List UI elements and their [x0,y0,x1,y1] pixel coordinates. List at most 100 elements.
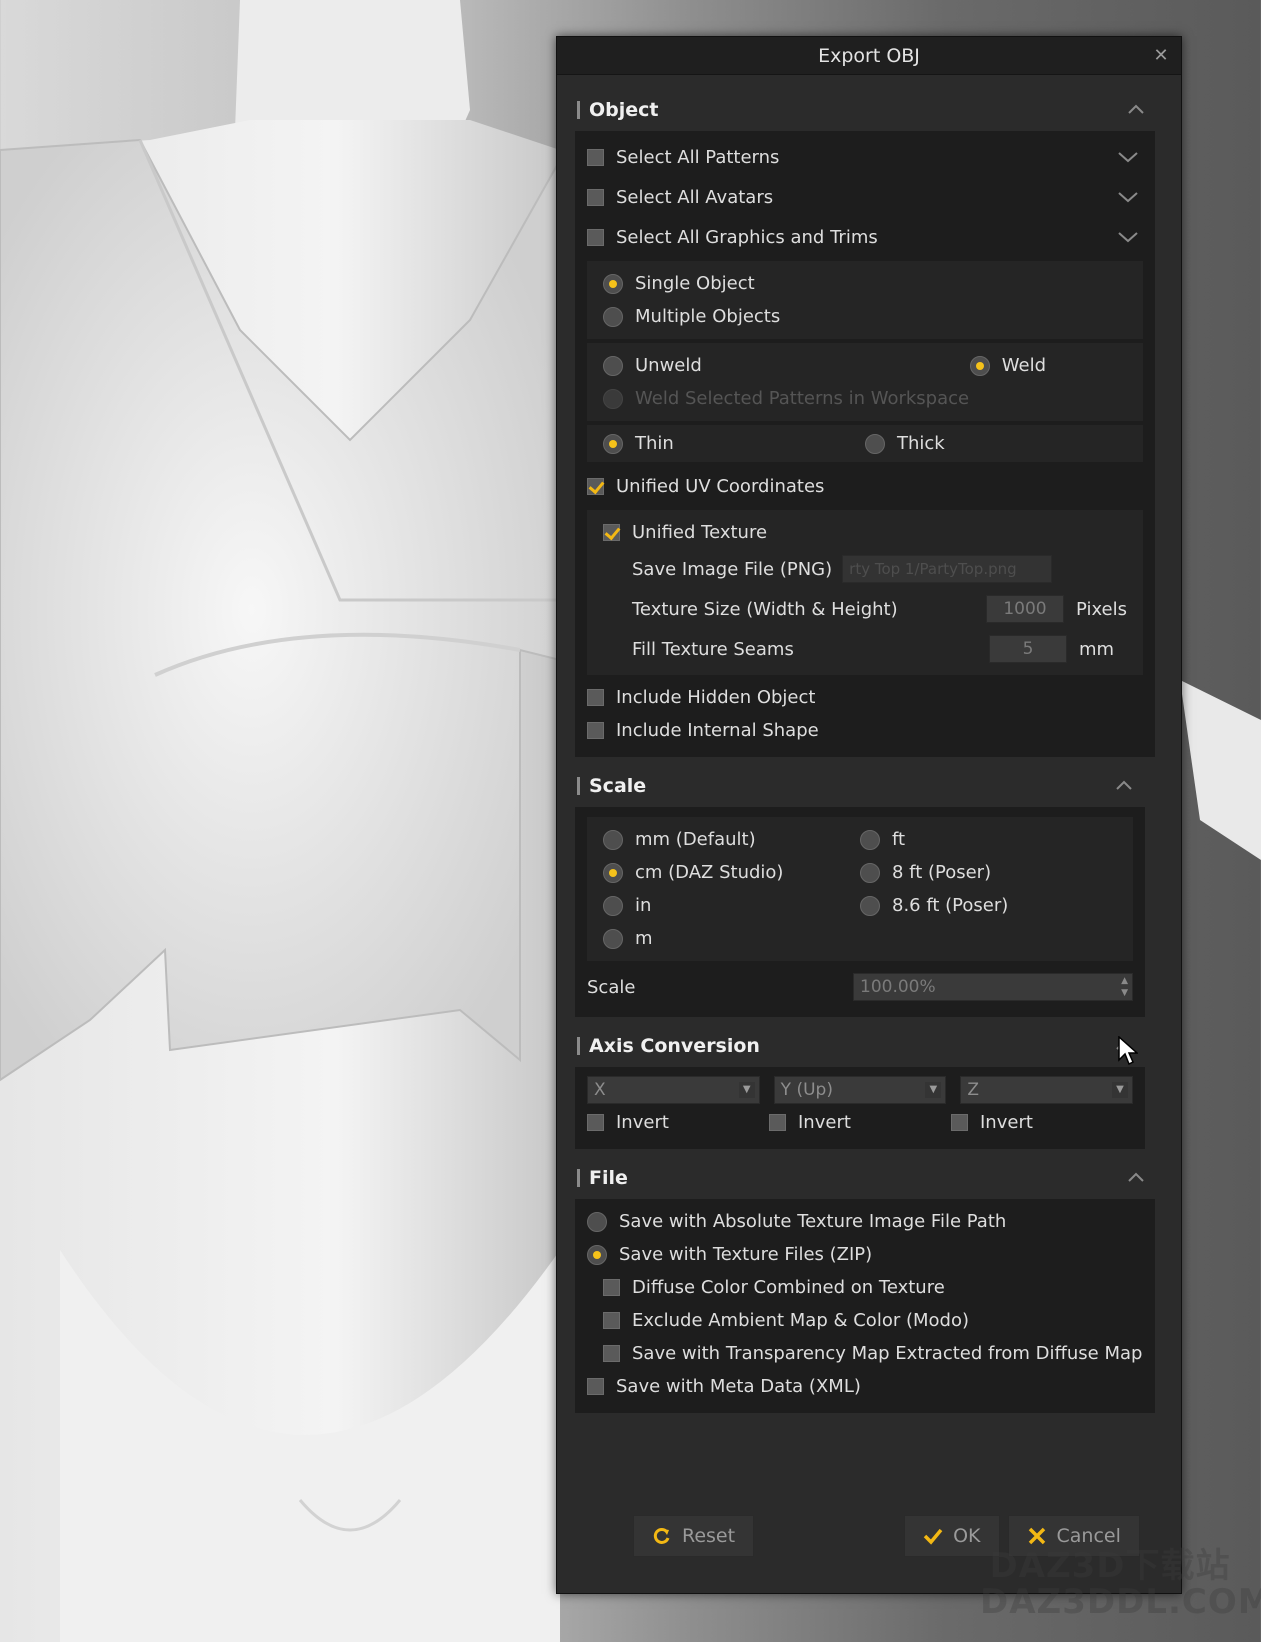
invert-z-checkbox[interactable] [951,1114,968,1131]
weld-option[interactable]: Weld [969,355,1127,376]
unified-uv-row[interactable]: Unified UV Coordinates [587,466,1143,506]
weld-radio[interactable] [969,355,990,376]
select-all-patterns-checkbox[interactable] [587,148,604,166]
close-icon[interactable]: ✕ [1151,46,1171,66]
unweld-option[interactable]: Unweld [603,355,970,376]
scale-mm-radio[interactable] [603,829,623,850]
transparency-row[interactable]: Save with Transparency Map Extracted fro… [587,1337,1143,1370]
scale-option-mm[interactable]: mm (Default) [603,823,860,856]
scale-section-header[interactable]: Scale [575,765,1155,807]
include-internal-label: Include Internal Shape [616,720,819,741]
scale-units-columns: mm (Default) cm (DAZ Studio) in m ft 8 f… [603,823,1117,955]
invert-z-option[interactable]: Invert [951,1112,1133,1133]
invert-x-checkbox[interactable] [587,1114,604,1131]
fill-seams-input[interactable]: 5 [989,635,1067,663]
select-all-avatars-row[interactable]: Select All Avatars [587,177,1143,217]
watermark-line1: DAZ3D下载站 [989,1546,1231,1586]
scale-ft-radio[interactable] [860,829,880,850]
axis-y-select[interactable]: Y (Up) ▼ [773,1075,947,1104]
absolute-path-option[interactable]: Save with Absolute Texture Image File Pa… [587,1205,1143,1238]
dropdown-caret-icon: ▼ [738,1081,755,1098]
invert-x-option[interactable]: Invert [587,1112,769,1133]
scale-value-input[interactable]: 100.00% ▲ ▼ [853,973,1133,1001]
scale-option-m[interactable]: m [603,922,860,955]
zip-label: Save with Texture Files (ZIP) [619,1244,873,1265]
chevron-up-icon[interactable] [1127,101,1145,119]
axis-section: X ▼ Y (Up) ▼ Z ▼ Invert Invert Invert [575,1067,1145,1149]
weld-label: Weld [1001,355,1047,376]
zip-radio[interactable] [587,1244,607,1265]
scale-section: mm (Default) cm (DAZ Studio) in m ft 8 f… [575,807,1145,1017]
thin-radio[interactable] [603,433,623,454]
diffuse-checkbox[interactable] [603,1279,620,1296]
single-object-option[interactable]: Single Object [603,267,1127,300]
transparency-checkbox[interactable] [603,1345,620,1362]
object-section-header[interactable]: Object [575,89,1155,131]
include-hidden-row[interactable]: Include Hidden Object [587,681,1143,714]
thick-option[interactable]: Thick [865,433,1127,454]
exclude-ambient-row[interactable]: Exclude Ambient Map & Color (Modo) [587,1304,1143,1337]
unified-texture-row[interactable]: Unified Texture [603,516,1127,549]
thin-option[interactable]: Thin [603,433,865,454]
single-object-radio[interactable] [603,273,623,294]
watermark: DAZ3D下载站 DAZ3DDL.COM [980,1546,1261,1622]
scale-cm-radio[interactable] [603,862,623,883]
file-section-header[interactable]: File [575,1157,1155,1199]
scale-value-text: 100.00% [860,977,936,997]
chevron-up-icon[interactable] [1127,1169,1145,1187]
scale-8ft-radio[interactable] [860,862,880,883]
chevron-down-icon[interactable] [1117,228,1139,246]
scale-in-radio[interactable] [603,895,623,916]
multiple-objects-radio[interactable] [603,306,623,327]
watermark-line2: DAZ3DDL.COM [980,1582,1261,1622]
texture-size-input[interactable]: 1000 [985,595,1064,623]
multiple-objects-option[interactable]: Multiple Objects [603,300,1127,333]
invert-y-option[interactable]: Invert [769,1112,951,1133]
scale-option-ft[interactable]: ft [860,823,1117,856]
meta-data-row[interactable]: Save with Meta Data (XML) [587,1370,1143,1403]
axis-z-select[interactable]: Z ▼ [960,1075,1134,1104]
zip-option[interactable]: Save with Texture Files (ZIP) [587,1238,1143,1271]
select-all-graphics-checkbox[interactable] [587,228,604,246]
unified-texture-label: Unified Texture [632,522,768,543]
select-all-patterns-row[interactable]: Select All Patterns [587,137,1143,177]
scale-86ft-radio[interactable] [860,895,880,916]
unweld-radio[interactable] [603,355,623,376]
diffuse-row[interactable]: Diffuse Color Combined on Texture [587,1271,1143,1304]
scale-option-86ft[interactable]: 8.6 ft (Poser) [860,889,1117,922]
invert-y-checkbox[interactable] [769,1114,786,1131]
axis-x-select[interactable]: X ▼ [587,1075,760,1104]
spinner-arrows-icon[interactable]: ▲ ▼ [1121,975,1128,999]
reset-button[interactable]: Reset [633,1515,755,1557]
axis-selects-row: X ▼ Y (Up) ▼ Z ▼ [587,1073,1134,1106]
transparency-label: Save with Transparency Map Extracted fro… [632,1343,1143,1364]
unified-texture-checkbox[interactable] [603,524,620,541]
chevron-up-icon[interactable] [1115,777,1133,795]
save-image-field[interactable]: rty Top 1/PartyTop.png [842,555,1053,583]
scale-in-label: in [635,895,652,916]
axis-z-value: Z [967,1079,979,1100]
thick-label: Thick [897,433,945,454]
include-hidden-checkbox[interactable] [587,689,604,706]
thick-radio[interactable] [865,433,885,454]
scale-m-radio[interactable] [603,928,623,949]
texture-size-row: Texture Size (Width & Height) 1000 Pixel… [603,589,1127,629]
unified-uv-checkbox[interactable] [587,477,604,495]
absolute-path-label: Save with Absolute Texture Image File Pa… [619,1211,1007,1232]
meta-data-checkbox[interactable] [587,1378,604,1395]
chevron-down-icon[interactable] [1117,188,1139,206]
select-all-avatars-checkbox[interactable] [587,188,604,206]
scale-option-in[interactable]: in [603,889,860,922]
include-internal-row[interactable]: Include Internal Shape [587,714,1143,747]
scale-option-cm[interactable]: cm (DAZ Studio) [603,856,860,889]
select-all-graphics-row[interactable]: Select All Graphics and Trims [587,217,1143,257]
exclude-ambient-checkbox[interactable] [603,1312,620,1329]
chevron-down-icon[interactable] [1117,148,1139,166]
absolute-path-radio[interactable] [587,1211,607,1232]
include-internal-checkbox[interactable] [587,722,604,739]
scale-8ft-label: 8 ft (Poser) [892,862,992,883]
axis-section-header[interactable]: Axis Conversion [575,1025,1155,1067]
scale-option-8ft[interactable]: 8 ft (Poser) [860,856,1117,889]
dialog-titlebar[interactable]: Export OBJ ✕ [557,37,1181,75]
texture-size-unit: Pixels [1075,598,1127,620]
